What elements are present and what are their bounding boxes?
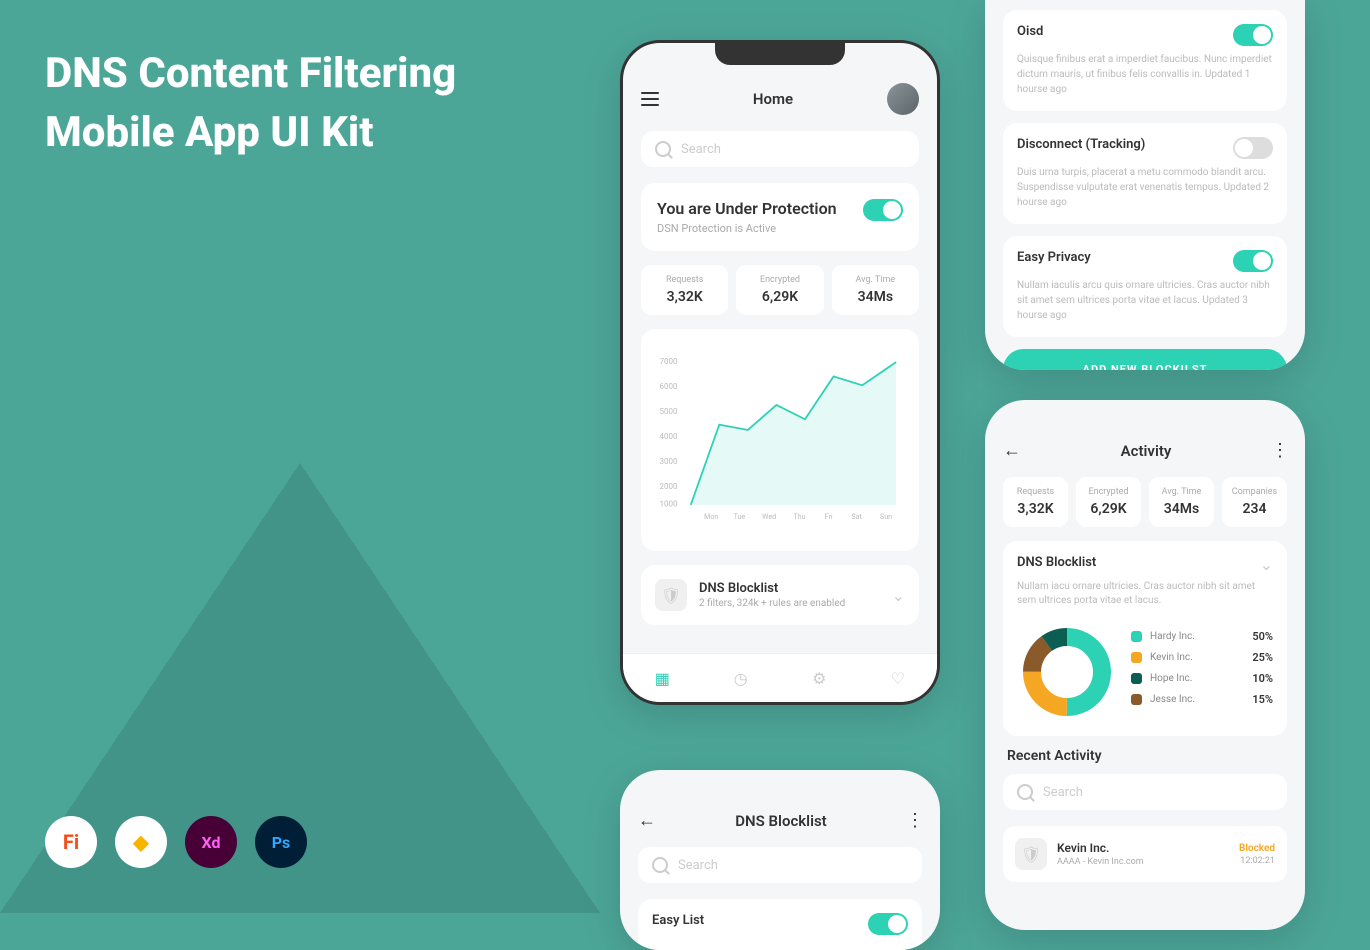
protection-toggle[interactable] bbox=[863, 199, 903, 221]
phone-blocklist-screen: ← DNS Blocklist ⋮ Search Easy List bbox=[620, 770, 940, 950]
header-title: Activity bbox=[1121, 442, 1172, 460]
svg-text:6000: 6000 bbox=[659, 382, 678, 391]
svg-text:2000: 2000 bbox=[659, 482, 678, 491]
nav-home-icon[interactable]: ▦ bbox=[652, 668, 672, 688]
svg-text:1000: 1000 bbox=[659, 500, 678, 509]
ps-icon: Ps bbox=[255, 816, 307, 868]
menu-icon[interactable] bbox=[641, 92, 659, 106]
svg-text:5000: 5000 bbox=[659, 407, 678, 416]
chart: 7000 6000 5000 4000 3000 2000 1000 Mon T… bbox=[641, 329, 919, 551]
nav-bar: ▦ ◷ ⚙ ♡ bbox=[623, 653, 937, 702]
svg-text:Fri: Fri bbox=[825, 512, 833, 521]
figma-icon: Fi bbox=[45, 816, 97, 868]
donut-chart bbox=[1017, 622, 1117, 722]
xd-icon: Xd bbox=[185, 816, 237, 868]
recent-activity-title: Recent Activity bbox=[1007, 748, 1283, 764]
list-item[interactable]: Oisd Quisque finibus erat a imperdiet fa… bbox=[1003, 10, 1287, 111]
oisd-toggle[interactable] bbox=[1233, 24, 1273, 46]
search-icon bbox=[652, 857, 668, 873]
svg-text:7000: 7000 bbox=[659, 357, 678, 366]
chevron-down-icon[interactable]: ⌄ bbox=[1260, 555, 1273, 574]
stat-card: Requests3,32K bbox=[1003, 477, 1068, 527]
stat-encrypted: Encrypted6,29K bbox=[736, 265, 823, 315]
more-icon[interactable]: ⋮ bbox=[906, 810, 922, 831]
search-icon bbox=[655, 141, 671, 157]
nav-settings-icon[interactable]: ⚙ bbox=[809, 668, 829, 688]
legend-item: Hardy Inc.50% bbox=[1131, 630, 1273, 643]
search-input[interactable]: Search bbox=[641, 131, 919, 167]
back-icon[interactable]: ← bbox=[1003, 440, 1021, 461]
avatar[interactable] bbox=[887, 83, 919, 115]
stat-requests: Requests3,32K bbox=[641, 265, 728, 315]
back-icon[interactable]: ← bbox=[638, 810, 656, 831]
tool-icons: Fi ◆ Xd Ps bbox=[45, 816, 307, 868]
list-item[interactable]: Disconnect (Tracking) Duis urna turpis, … bbox=[1003, 123, 1287, 224]
svg-text:Tue: Tue bbox=[734, 512, 746, 521]
page-title: DNS Content Filtering Mobile App UI Kit bbox=[45, 45, 456, 163]
svg-text:Sun: Sun bbox=[880, 512, 892, 521]
disconnect-toggle[interactable] bbox=[1233, 137, 1273, 159]
add-blocklist-button[interactable]: ADD NEW BLOCKILST bbox=[1003, 349, 1287, 370]
more-icon[interactable]: ⋮ bbox=[1271, 440, 1287, 461]
shield-icon: 🛡 bbox=[655, 579, 687, 611]
svg-text:Mon: Mon bbox=[704, 512, 718, 521]
svg-text:3000: 3000 bbox=[659, 457, 678, 466]
stat-card: Encrypted6,29K bbox=[1076, 477, 1141, 527]
stat-card: Companies234 bbox=[1222, 477, 1287, 527]
protection-sub: DSN Protection is Active bbox=[657, 222, 837, 235]
status-badge: Blocked bbox=[1239, 843, 1275, 854]
protection-title: You are Under Protection bbox=[657, 199, 837, 218]
list-item[interactable]: Easy Privacy Nullam iaculis arcu quis or… bbox=[1003, 236, 1287, 337]
header-title: Home bbox=[753, 90, 793, 108]
list-item[interactable]: Easy List bbox=[638, 899, 922, 950]
stat-card: Avg. Time34Ms bbox=[1149, 477, 1214, 527]
legend-item: Hope Inc.10% bbox=[1131, 672, 1273, 685]
sketch-icon: ◆ bbox=[115, 816, 167, 868]
header-title: DNS Blocklist bbox=[735, 812, 826, 830]
svg-text:Thu: Thu bbox=[793, 512, 805, 521]
easylist-toggle[interactable] bbox=[868, 913, 908, 935]
phone-activity: ← Activity ⋮ Requests3,32K Encrypted6,29… bbox=[985, 400, 1305, 930]
dns-blocklist-card: DNS Blocklist⌄ Nullam iacu ornare ultric… bbox=[1003, 541, 1287, 736]
search-input[interactable]: Search bbox=[1003, 774, 1287, 810]
nav-profile-icon[interactable]: ♡ bbox=[888, 668, 908, 688]
svg-text:Wed: Wed bbox=[762, 512, 776, 521]
phone-home: Home Search You are Under Protection DSN… bbox=[620, 40, 940, 705]
search-input[interactable]: Search bbox=[638, 847, 922, 883]
nav-activity-icon[interactable]: ◷ bbox=[731, 668, 751, 688]
svg-text:4000: 4000 bbox=[659, 432, 678, 441]
svg-text:Sat: Sat bbox=[851, 512, 862, 521]
activity-item[interactable]: 🛡 Kevin Inc. AAAA - Kevin Inc.com Blocke… bbox=[1003, 826, 1287, 882]
shield-icon: 🛡 bbox=[1015, 838, 1047, 870]
blocklist-card[interactable]: 🛡 DNS Blocklist 2 filters, 324k + rules … bbox=[641, 565, 919, 625]
search-icon bbox=[1017, 784, 1033, 800]
legend-item: Jesse Inc.15% bbox=[1131, 693, 1273, 706]
chevron-down-icon: ⌄ bbox=[892, 586, 905, 605]
phone-blocklists: Oisd Quisque finibus erat a imperdiet fa… bbox=[985, 0, 1305, 370]
legend-item: Kevin Inc.25% bbox=[1131, 651, 1273, 664]
easyprivacy-toggle[interactable] bbox=[1233, 250, 1273, 272]
stat-avgtime: Avg. Time34Ms bbox=[832, 265, 919, 315]
